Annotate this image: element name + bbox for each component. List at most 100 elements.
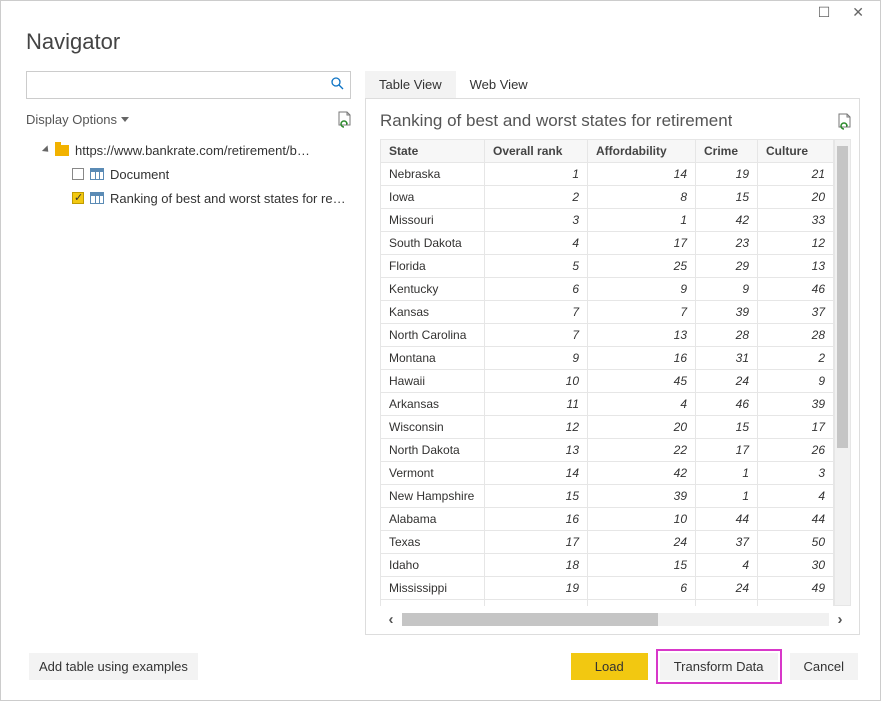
- vertical-scrollbar[interactable]: [834, 139, 851, 606]
- table-row[interactable]: Mississippi1962449: [381, 577, 836, 600]
- preview-header: Ranking of best and worst states for ret…: [380, 111, 851, 131]
- cell-culture: 39: [758, 393, 834, 416]
- cell-state: New Hampshire: [381, 485, 485, 508]
- table-row[interactable]: Alabama16104444: [381, 508, 836, 531]
- checkbox[interactable]: [72, 192, 84, 204]
- col-state[interactable]: State: [381, 140, 485, 163]
- transform-data-button[interactable]: Transform Data: [660, 653, 778, 680]
- table-header-row: State Overall rank Affordability Crime C…: [381, 140, 836, 163]
- tree-item-label: Document: [110, 167, 169, 182]
- cell-crime: 1: [696, 485, 758, 508]
- page-title: Navigator: [26, 29, 855, 55]
- table-row[interactable]: Missouri314233: [381, 209, 836, 232]
- scroll-left-icon[interactable]: ‹: [380, 611, 402, 628]
- horizontal-scrollbar[interactable]: ‹ ›: [380, 610, 851, 628]
- search-box[interactable]: [26, 71, 351, 99]
- col-culture[interactable]: Culture: [758, 140, 834, 163]
- cell-crime: 15: [696, 186, 758, 209]
- cell-rank: 18: [485, 554, 588, 577]
- tree-item-label: Ranking of best and worst states for ret…: [110, 191, 349, 206]
- table-row[interactable]: Iowa281520: [381, 186, 836, 209]
- expand-icon[interactable]: [42, 145, 51, 154]
- scroll-right-icon[interactable]: ›: [829, 611, 851, 628]
- cell-rank: 16: [485, 508, 588, 531]
- refresh-icon[interactable]: [836, 113, 851, 130]
- col-affordability[interactable]: Affordability: [588, 140, 696, 163]
- table-row[interactable]: Kentucky69946: [381, 278, 836, 301]
- cell-culture: 37: [758, 301, 834, 324]
- col-crime[interactable]: Crime: [696, 140, 758, 163]
- checkbox[interactable]: [72, 168, 84, 180]
- table-row[interactable]: North Dakota13221726: [381, 439, 836, 462]
- cell-state: Kentucky: [381, 278, 485, 301]
- cell-crime: 23: [696, 232, 758, 255]
- cell-crime: 24: [696, 370, 758, 393]
- hscroll-thumb[interactable]: [402, 613, 658, 626]
- table-row[interactable]: Idaho1815430: [381, 554, 836, 577]
- add-table-button[interactable]: Add table using examples: [29, 653, 198, 680]
- left-panel: Display Options https://www.bankrate.com…: [26, 71, 351, 635]
- table-row[interactable]: Montana916312: [381, 347, 836, 370]
- cell-afford: 14: [588, 163, 696, 186]
- load-button[interactable]: Load: [571, 653, 648, 680]
- close-icon[interactable]: ✕: [852, 5, 864, 19]
- cell-state: Idaho: [381, 554, 485, 577]
- cell-state: Arkansas: [381, 393, 485, 416]
- cell-state: South Dakota: [381, 232, 485, 255]
- cell-rank: 1: [485, 163, 588, 186]
- cell-state: Hawaii: [381, 370, 485, 393]
- cell-culture: 9: [758, 370, 834, 393]
- folder-icon: [55, 145, 69, 156]
- right-panel: Table View Web View Ranking of best and …: [365, 71, 860, 635]
- cell-afford: 1: [588, 209, 696, 232]
- table-row[interactable]: New Hampshire153914: [381, 485, 836, 508]
- table-row[interactable]: Nebraska1141921: [381, 163, 836, 186]
- content: Display Options https://www.bankrate.com…: [1, 59, 880, 635]
- table-row[interactable]: Florida5252913: [381, 255, 836, 278]
- cell-culture: 13: [758, 600, 834, 607]
- transform-highlight: Transform Data: [656, 649, 782, 684]
- hscroll-track[interactable]: [402, 613, 829, 626]
- table-row[interactable]: North Carolina7132828: [381, 324, 836, 347]
- cell-culture: 44: [758, 508, 834, 531]
- table-row[interactable]: Texas17243750: [381, 531, 836, 554]
- col-overall-rank[interactable]: Overall rank: [485, 140, 588, 163]
- cell-crime: 39: [696, 301, 758, 324]
- cell-afford: 23: [588, 600, 696, 607]
- cell-rank: 7: [485, 324, 588, 347]
- table-row[interactable]: Kansas773937: [381, 301, 836, 324]
- cell-afford: 42: [588, 462, 696, 485]
- cell-rank: 4: [485, 232, 588, 255]
- search-icon[interactable]: [331, 77, 344, 93]
- cell-crime: 1: [696, 462, 758, 485]
- cell-afford: 24: [588, 531, 696, 554]
- table-row[interactable]: Arkansas1144639: [381, 393, 836, 416]
- tree-root[interactable]: https://www.bankrate.com/retirement/best…: [26, 138, 351, 162]
- display-options-label: Display Options: [26, 112, 117, 127]
- cell-culture: 20: [758, 186, 834, 209]
- tree-item-document[interactable]: Document: [26, 162, 351, 186]
- scrollbar-thumb[interactable]: [837, 146, 848, 448]
- tab-table-view[interactable]: Table View: [365, 71, 456, 98]
- cell-rank: 2: [485, 186, 588, 209]
- cell-crime: 46: [696, 393, 758, 416]
- table-row[interactable]: Wyoming2023913: [381, 600, 836, 607]
- display-options-dropdown[interactable]: Display Options: [26, 112, 129, 127]
- tab-web-view[interactable]: Web View: [456, 71, 542, 98]
- refresh-icon[interactable]: [336, 111, 351, 128]
- cell-culture: 13: [758, 255, 834, 278]
- cell-culture: 4: [758, 485, 834, 508]
- table-row[interactable]: Vermont144213: [381, 462, 836, 485]
- cell-afford: 17: [588, 232, 696, 255]
- search-input[interactable]: [33, 78, 331, 93]
- cancel-button[interactable]: Cancel: [790, 653, 858, 680]
- table-row[interactable]: South Dakota4172312: [381, 232, 836, 255]
- cell-culture: 2: [758, 347, 834, 370]
- cell-culture: 46: [758, 278, 834, 301]
- table-row[interactable]: Wisconsin12201517: [381, 416, 836, 439]
- tree-item-ranking[interactable]: Ranking of best and worst states for ret…: [26, 186, 351, 210]
- maximize-icon[interactable]: ☐: [818, 5, 831, 19]
- cell-crime: 9: [696, 600, 758, 607]
- table-row[interactable]: Hawaii1045249: [381, 370, 836, 393]
- cell-state: Nebraska: [381, 163, 485, 186]
